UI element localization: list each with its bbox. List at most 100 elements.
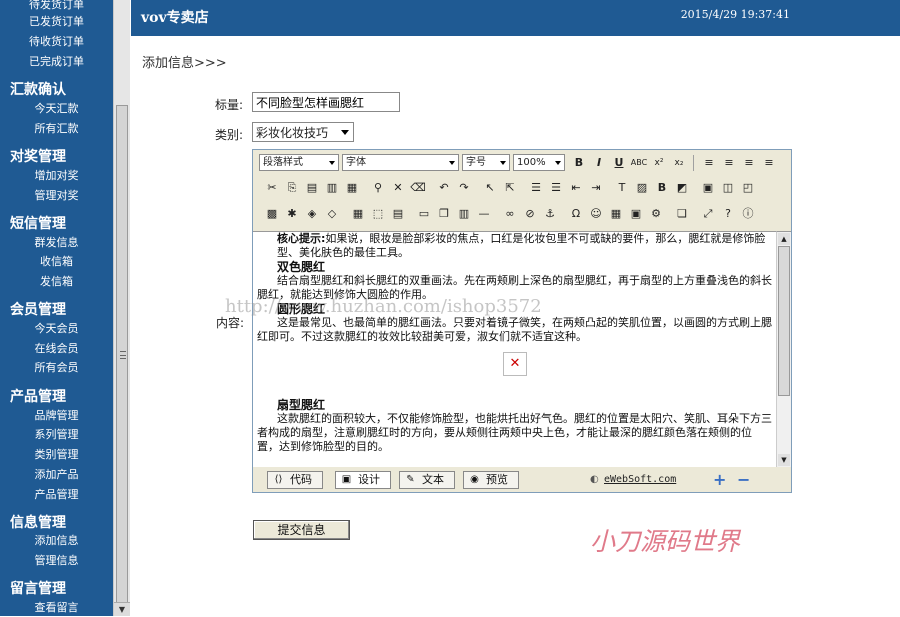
sidebar-item-brand-mgmt[interactable]: 品牌管理 — [0, 407, 113, 423]
align-right-icon[interactable]: ≡ — [740, 154, 758, 172]
font-size-select[interactable]: 字号 — [462, 154, 510, 171]
paste-text-icon[interactable]: ▥ — [323, 179, 341, 197]
absolute-pos-icon[interactable]: ⇱ — [501, 179, 519, 197]
horizontal-rule-icon[interactable]: — — [475, 205, 493, 223]
align-justify-icon[interactable]: ≡ — [760, 154, 778, 172]
settings-gear-icon[interactable]: ⚙ — [647, 205, 665, 223]
category-select[interactable]: 彩妆化妆技巧 — [252, 122, 354, 142]
info-icon[interactable]: ⓘ — [739, 205, 757, 223]
sidebar-item-all-members[interactable]: 所有会员 — [0, 359, 113, 375]
background-color-icon[interactable]: B — [653, 179, 671, 197]
submit-button[interactable]: 提交信息 — [253, 520, 350, 540]
bold-icon[interactable]: B — [570, 154, 588, 172]
insert-file-icon[interactable]: ◇ — [323, 205, 341, 223]
fill-icon[interactable]: ◩ — [673, 179, 691, 197]
sidebar-item-pending-shipment[interactable]: 待发货订单 — [0, 0, 113, 12]
strikethrough-icon[interactable]: ABC — [630, 154, 648, 172]
mode-tab-text[interactable]: ✎ 文本 — [399, 471, 455, 489]
outdent-icon[interactable]: ⇤ — [567, 179, 585, 197]
scroll-down-arrow-icon[interactable]: ▼ — [778, 454, 790, 466]
minus-icon[interactable]: − — [737, 470, 750, 489]
sidebar-item-broadcast[interactable]: 群发信息 — [0, 234, 113, 250]
undo-icon[interactable]: ↶ — [435, 179, 453, 197]
sidebar-item-view-messages[interactable]: 查看留言 — [0, 599, 113, 615]
sidebar-item-add-info[interactable]: 添加信息 — [0, 532, 113, 548]
insert-marquee-icon[interactable]: ▥ — [455, 205, 473, 223]
mode-tab-preview[interactable]: ◉ 预览 — [463, 471, 519, 489]
remove-link-icon[interactable]: ⊘ — [521, 205, 539, 223]
sidebar-item-outbox[interactable]: 发信箱 — [0, 273, 113, 289]
insert-flash-icon[interactable]: ✱ — [283, 205, 301, 223]
align-center-icon[interactable]: ≡ — [720, 154, 738, 172]
scroll-up-arrow-icon[interactable]: ▲ — [778, 233, 790, 245]
help-icon[interactable]: ? — [719, 205, 737, 223]
font-family-select[interactable]: 字体 — [342, 154, 459, 171]
sidebar-item-category-mgmt[interactable]: 类别管理 — [0, 446, 113, 462]
sidebar-item-all-remittance[interactable]: 所有汇款 — [0, 120, 113, 136]
sidebar-item-inbox[interactable]: 收信箱 — [0, 253, 113, 269]
fullscreen-icon[interactable]: ⤢ — [699, 205, 717, 223]
insert-page-icon[interactable]: ❐ — [435, 205, 453, 223]
select-arrow-icon[interactable]: ↖ — [481, 179, 499, 197]
sidebar-item-add-product[interactable]: 添加产品 — [0, 466, 113, 482]
cut-icon[interactable]: ✂ — [263, 179, 281, 197]
editor-content-area[interactable]: 核心提示:如果说，眼妆是脸部彩妆的焦点，口红是化妆包里不可或缺的要件，那么，腮红… — [253, 231, 777, 467]
indent-icon[interactable]: ⇥ — [587, 179, 605, 197]
zoom-select[interactable]: 100% — [513, 154, 565, 171]
sidebar-item-awaiting-receipt[interactable]: 待收货订单 — [0, 33, 113, 49]
paste-source-icon[interactable]: ❏ — [673, 205, 691, 223]
mode-tab-code[interactable]: ⟨⟩ 代码 — [267, 471, 323, 489]
sidebar-item-manage-info[interactable]: 管理信息 — [0, 552, 113, 568]
insert-image-icon[interactable]: ▩ — [263, 205, 281, 223]
ordered-list-icon[interactable]: ☰ — [527, 179, 545, 197]
paste-word-icon[interactable]: ▦ — [343, 179, 361, 197]
paste-icon[interactable]: ▤ — [303, 179, 321, 197]
insert-form-icon[interactable]: ⬚ — [369, 205, 387, 223]
sidebar-item-today-members[interactable]: 今天会员 — [0, 320, 113, 336]
unordered-list-icon[interactable]: ☰ — [547, 179, 565, 197]
special-char-icon[interactable]: Ω — [567, 205, 585, 223]
italic-icon[interactable]: I — [590, 154, 608, 172]
sidebar-scrollbar[interactable]: ▼ — [113, 0, 130, 616]
sidebar-item-online-members[interactable]: 在线会员 — [0, 340, 113, 356]
mode-tab-design[interactable]: ▣ 设计 — [335, 471, 391, 489]
paragraph-style-select[interactable]: 段落样式 — [259, 154, 339, 171]
insert-frame-icon[interactable]: ▤ — [389, 205, 407, 223]
sidebar-item-shipped-orders[interactable]: 已发货订单 — [0, 13, 113, 29]
plus-icon[interactable]: + — [713, 470, 726, 489]
insert-time-icon[interactable]: ▣ — [627, 205, 645, 223]
editor-scrollbar-thumb[interactable] — [778, 246, 790, 396]
sidebar-item-product-mgmt[interactable]: 产品管理 — [0, 486, 113, 502]
sidebar-item-series-mgmt[interactable]: 系列管理 — [0, 426, 113, 442]
emoticon-icon[interactable]: ☺ — [587, 205, 605, 223]
subscript-icon[interactable]: x₂ — [670, 154, 688, 172]
ewebsoft-link[interactable]: eWebSoft.com — [604, 474, 676, 485]
scroll-down-arrow-icon[interactable]: ▼ — [114, 602, 130, 616]
scrollbar-thumb[interactable] — [116, 105, 128, 605]
insert-media-icon[interactable]: ◈ — [303, 205, 321, 223]
anchor-icon[interactable]: ⚓ — [541, 205, 559, 223]
sidebar-item-completed-orders[interactable]: 已完成订单 — [0, 53, 113, 69]
insert-table-icon[interactable]: ▦ — [349, 205, 367, 223]
insert-template-icon[interactable]: ▭ — [415, 205, 433, 223]
window-icon[interactable]: ◰ — [739, 179, 757, 197]
align-left-icon[interactable]: ≡ — [700, 154, 718, 172]
superscript-icon[interactable]: x² — [650, 154, 668, 172]
insert-layer-icon[interactable]: ◫ — [719, 179, 737, 197]
insert-div-icon[interactable]: ▣ — [699, 179, 717, 197]
insert-date-icon[interactable]: ▦ — [607, 205, 625, 223]
title-input[interactable] — [252, 92, 400, 112]
sidebar-item-manage-prize[interactable]: 管理对奖 — [0, 187, 113, 203]
insert-link-icon[interactable]: ∞ — [501, 205, 519, 223]
text-color-icon[interactable]: T — [613, 179, 631, 197]
underline-icon[interactable]: U — [610, 154, 628, 172]
editor-scrollbar[interactable]: ▲ ▼ — [776, 231, 791, 467]
eraser-icon[interactable]: ⌫ — [409, 179, 427, 197]
find-icon[interactable]: ⚲ — [369, 179, 387, 197]
sidebar-item-today-remittance[interactable]: 今天汇款 — [0, 100, 113, 116]
delete-icon[interactable]: ✕ — [389, 179, 407, 197]
sidebar-item-add-prize[interactable]: 增加对奖 — [0, 167, 113, 183]
highlight-icon[interactable]: ▨ — [633, 179, 651, 197]
redo-icon[interactable]: ↷ — [455, 179, 473, 197]
copy-icon[interactable]: ⎘ — [283, 179, 301, 197]
